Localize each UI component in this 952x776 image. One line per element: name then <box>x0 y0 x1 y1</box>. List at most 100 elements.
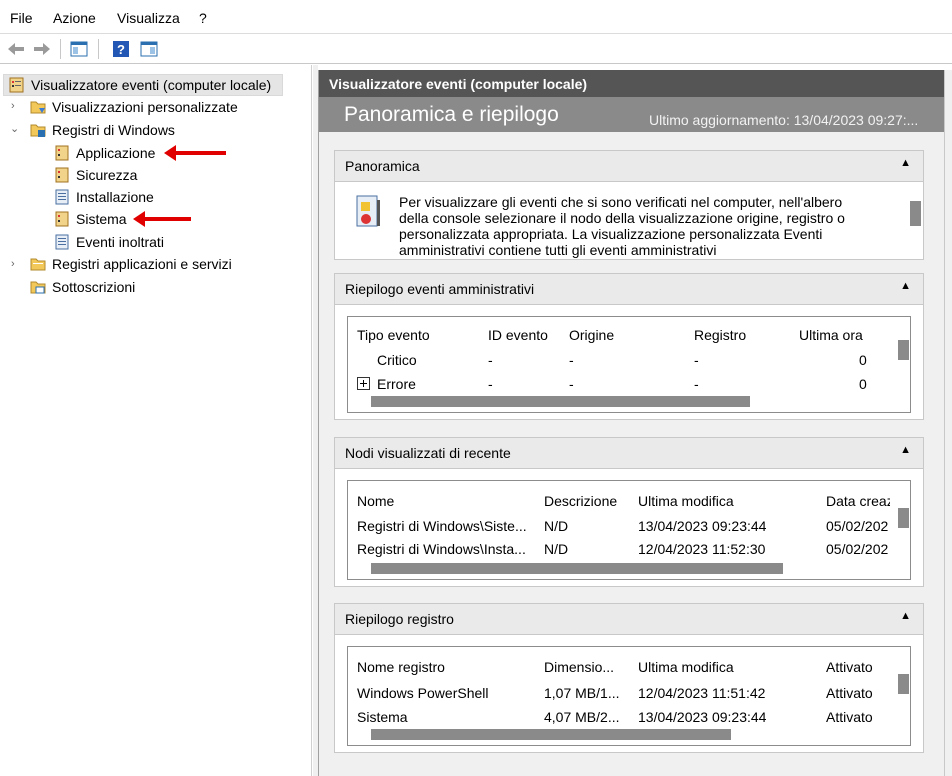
table-cell: N/D <box>544 541 569 557</box>
tree-item-subscriptions[interactable]: Sottoscrizioni <box>30 276 135 298</box>
menu-file[interactable]: File <box>10 10 33 26</box>
table-cell: 13/04/2023 09:23:44 <box>638 518 767 534</box>
section-recent-nodes: Nodi visualizzati di recente ▲ Nome Desc… <box>334 437 924 587</box>
tree-item-windows-logs[interactable]: Registri di Windows <box>30 119 175 141</box>
column-header[interactable]: Attivato <box>826 659 873 675</box>
column-header[interactable]: Nome <box>357 493 394 509</box>
column-header[interactable]: Origine <box>569 327 614 343</box>
horizontal-scrollbar[interactable] <box>371 729 731 740</box>
table-cell: 13/04/2023 09:23:44 <box>638 709 767 725</box>
table-cell: - <box>488 352 493 368</box>
menu-help[interactable]: ? <box>199 10 207 26</box>
table-cell: 12/04/2023 11:51:42 <box>638 685 766 701</box>
tree-label-root: Visualizzatore eventi (computer locale) <box>31 77 272 93</box>
vertical-scrollbar[interactable] <box>898 508 909 528</box>
column-header[interactable]: Registro <box>694 327 746 343</box>
collapse-chevron-icon[interactable]: ⌄ <box>10 122 19 135</box>
expand-plus-icon[interactable] <box>357 377 370 390</box>
tree-label-forwarded: Eventi inoltrati <box>76 234 164 250</box>
tree-label-apps-services: Registri applicazioni e servizi <box>52 256 232 272</box>
column-header[interactable]: Ultima ora <box>799 327 863 343</box>
column-header[interactable]: Ultima modifica <box>638 659 734 675</box>
tree-item-application[interactable]: Applicazione <box>54 142 155 164</box>
table-cell: 1,07 MB/1... <box>544 685 620 701</box>
admin-summary-table: Tipo evento ID evento Origine Registro U… <box>347 316 911 413</box>
log-icon <box>55 167 69 183</box>
table-cell: - <box>569 376 574 392</box>
folder-icon <box>30 258 46 271</box>
folder-icon <box>30 101 46 114</box>
table-cell: Errore <box>377 376 416 392</box>
section-title: Nodi visualizzati di recente <box>345 445 511 461</box>
column-header[interactable]: Descrizione <box>544 493 617 509</box>
table-cell: N/D <box>544 518 569 534</box>
menu-view[interactable]: Visualizza <box>117 10 180 26</box>
tree-label-security: Sicurezza <box>76 167 138 183</box>
column-header[interactable]: Dimensio... <box>544 659 614 675</box>
collapse-chevron-icon[interactable]: ▲ <box>900 444 911 456</box>
pane-header: Visualizzatore eventi (computer locale) <box>319 70 945 97</box>
table-cell: 0 <box>859 376 867 392</box>
vertical-scrollbar[interactable] <box>898 674 909 694</box>
expand-caret[interactable]: › <box>11 100 15 112</box>
column-header[interactable]: Data creaz <box>826 493 890 509</box>
action-pane-icon[interactable] <box>140 40 158 58</box>
table-cell: Attivato <box>826 709 873 725</box>
column-header[interactable]: Tipo evento <box>357 327 430 343</box>
overview-pane: Visualizzatore eventi (computer locale) … <box>318 70 945 776</box>
console-tree-icon[interactable] <box>70 40 88 58</box>
log-summary-table: Nome registro Dimensio... Ultima modific… <box>347 646 911 746</box>
horizontal-scrollbar[interactable] <box>371 396 750 407</box>
section-admin-summary: Riepilogo eventi amministrativi ▲ Tipo e… <box>334 273 924 420</box>
column-header[interactable]: Nome registro <box>357 659 445 675</box>
table-cell: Registri di Windows\Siste... <box>357 518 527 534</box>
tree-item-apps-services[interactable]: Registri applicazioni e servizi <box>30 253 232 275</box>
console-tree: Visualizzatore eventi (computer locale) … <box>0 65 312 776</box>
tree-item-custom-views[interactable]: Visualizzazioni personalizzate <box>30 96 238 118</box>
column-header[interactable]: ID evento <box>488 327 548 343</box>
horizontal-scrollbar[interactable] <box>371 563 783 574</box>
section-title: Riepilogo registro <box>345 611 454 627</box>
help-icon[interactable]: ? <box>112 40 130 58</box>
tree-item-setup[interactable]: Installazione <box>54 186 154 208</box>
collapse-chevron-icon[interactable]: ▲ <box>900 610 911 622</box>
annotation-arrow <box>164 145 226 161</box>
tree-item-root[interactable]: Visualizzatore eventi (computer locale) <box>3 74 283 96</box>
tree-item-system[interactable]: Sistema <box>54 208 127 230</box>
folder-icon <box>30 124 46 137</box>
tree-item-forwarded[interactable]: Eventi inoltrati <box>54 231 164 253</box>
banner-title: Panoramica e riepilogo <box>344 103 559 126</box>
tree-item-security[interactable]: Sicurezza <box>54 164 137 186</box>
recent-nodes-table: Nome Descrizione Ultima modifica Data cr… <box>347 480 911 580</box>
event-log-icon <box>356 195 380 227</box>
summary-banner: Panoramica e riepilogo Ultimo aggiorname… <box>319 97 945 132</box>
menu-action[interactable]: Azione <box>53 10 96 26</box>
annotation-arrow <box>133 211 191 227</box>
expand-caret[interactable]: › <box>11 258 15 270</box>
collapse-chevron-icon[interactable]: ▲ <box>900 280 911 292</box>
section-header[interactable]: Nodi visualizzati di recente ▲ <box>335 438 923 469</box>
collapse-chevron-icon[interactable]: ▲ <box>900 157 911 169</box>
vertical-scrollbar[interactable] <box>898 340 909 360</box>
pane-scrollbar[interactable] <box>944 70 952 776</box>
tree-label-subscriptions: Sottoscrizioni <box>52 279 136 295</box>
table-cell: 05/02/202 <box>826 518 889 534</box>
table-cell: Sistema <box>357 709 408 725</box>
tree-label-system: Sistema <box>76 211 127 227</box>
table-cell: Critico <box>377 352 417 368</box>
table-cell: - <box>488 376 493 392</box>
subscription-icon <box>30 281 46 294</box>
section-header[interactable]: Riepilogo eventi amministrativi ▲ <box>335 274 923 305</box>
log-icon <box>55 145 69 161</box>
back-arrow-icon[interactable] <box>6 40 26 58</box>
table-cell: 05/02/202 <box>826 541 889 557</box>
section-log-summary: Riepilogo registro ▲ Nome registro Dimen… <box>334 603 924 753</box>
column-header[interactable]: Ultima modifica <box>638 493 734 509</box>
event-log-icon <box>9 77 24 93</box>
vertical-scrollbar[interactable] <box>910 201 921 226</box>
section-header[interactable]: Panoramica ▲ <box>335 151 923 182</box>
log-icon <box>55 211 69 227</box>
table-cell: Attivato <box>826 685 873 701</box>
section-header[interactable]: Riepilogo registro ▲ <box>335 604 923 635</box>
forward-arrow-icon[interactable] <box>32 40 52 58</box>
